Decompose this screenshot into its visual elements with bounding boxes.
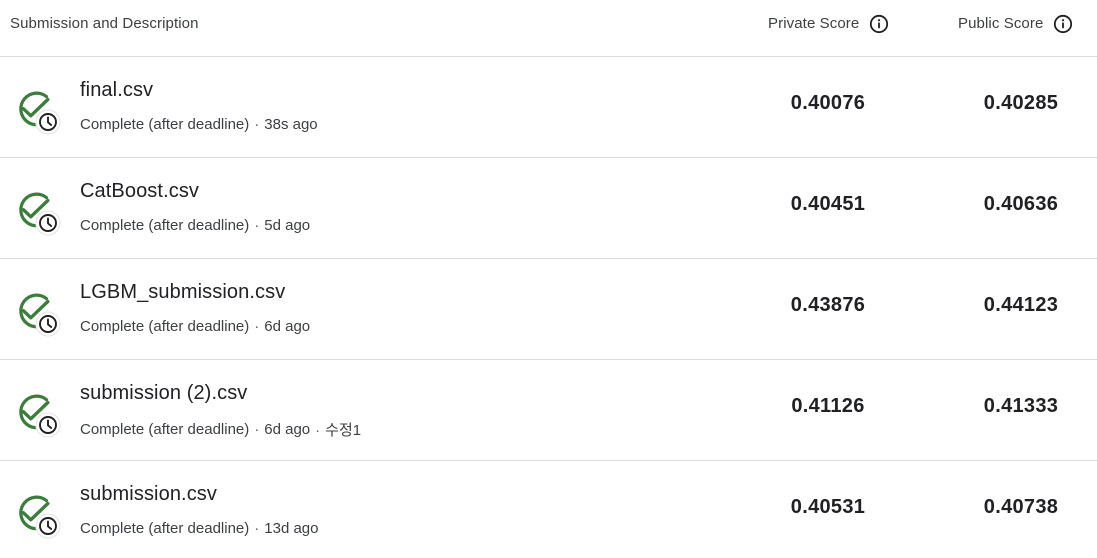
submission-status: Complete (after deadline): [80, 116, 250, 133]
public-score-value: 0.40738: [983, 496, 1059, 518]
submission-age: 13d ago: [264, 520, 319, 537]
edited-wrap: · 수정1: [310, 419, 361, 440]
separator-dot: ·: [254, 421, 260, 438]
public-score-value: 0.44123: [983, 294, 1059, 316]
private-score-value: 0.40451: [790, 193, 866, 215]
submission-status: Complete (after deadline): [80, 421, 250, 438]
public-score-value: 0.40285: [983, 92, 1059, 114]
submission-list: final.csv Complete (after deadline) · 38…: [0, 57, 1097, 558]
check-clock-icon: [12, 188, 64, 240]
check-clock-icon: [12, 390, 64, 442]
submission-age: 6d ago: [264, 318, 311, 335]
private-score-info-icon[interactable]: [869, 14, 889, 34]
private-score-value: 0.40076: [790, 92, 866, 114]
submission-file-name[interactable]: submission.csv: [80, 483, 217, 506]
private-score-label: Private Score: [768, 15, 860, 32]
submission-row[interactable]: LGBM_submission.csv Complete (after dead…: [0, 259, 1097, 360]
check-clock-icon: [12, 491, 64, 543]
separator-dot: ·: [254, 318, 260, 335]
submission-row[interactable]: submission (2).csv Complete (after deadl…: [0, 360, 1097, 461]
submission-row[interactable]: CatBoost.csv Complete (after deadline) ·…: [0, 158, 1097, 259]
separator-dot: ·: [254, 116, 260, 133]
submission-description-header: Submission and Description: [10, 15, 199, 32]
submission-status: Complete (after deadline): [80, 520, 250, 537]
submission-edited-note: 수정1: [325, 422, 362, 439]
private-score-value: 0.40531: [790, 496, 866, 518]
public-score-info-icon[interactable]: [1053, 14, 1073, 34]
private-score-header: Private Score: [768, 12, 889, 36]
submission-age: 6d ago: [264, 421, 311, 438]
submission-status: Complete (after deadline): [80, 318, 250, 335]
separator-dot: ·: [315, 422, 321, 439]
private-score-value: 0.41126: [791, 395, 865, 417]
submission-row[interactable]: final.csv Complete (after deadline) · 38…: [0, 57, 1097, 158]
public-score-header: Public Score: [958, 12, 1073, 36]
submission-file-name[interactable]: final.csv: [80, 79, 153, 102]
submission-file-name[interactable]: submission (2).csv: [80, 382, 247, 405]
separator-dot: ·: [254, 217, 260, 234]
submission-status: Complete (after deadline): [80, 217, 250, 234]
public-score-value: 0.41333: [983, 395, 1059, 417]
check-clock-icon: [12, 289, 64, 341]
submission-row[interactable]: submission.csv Complete (after deadline)…: [0, 461, 1097, 558]
submission-file-name[interactable]: LGBM_submission.csv: [80, 281, 285, 304]
check-clock-icon: [12, 87, 64, 139]
submission-meta: Complete (after deadline) · 6d ago: [80, 318, 310, 335]
submission-age: 5d ago: [264, 217, 311, 234]
separator-dot: ·: [254, 520, 260, 537]
submission-meta: Complete (after deadline) · 13d ago: [80, 520, 319, 537]
submission-meta: Complete (after deadline) · 5d ago: [80, 217, 310, 234]
public-score-value: 0.40636: [983, 193, 1059, 215]
submission-file-name[interactable]: CatBoost.csv: [80, 180, 199, 203]
submission-meta: Complete (after deadline) · 38s ago: [80, 116, 318, 133]
public-score-label: Public Score: [958, 15, 1044, 32]
submission-meta: Complete (after deadline) · 6d ago · 수정1: [80, 419, 361, 440]
submission-age: 38s ago: [264, 116, 318, 133]
table-header: Submission and Description Private Score…: [0, 0, 1097, 57]
private-score-value: 0.43876: [790, 294, 866, 316]
